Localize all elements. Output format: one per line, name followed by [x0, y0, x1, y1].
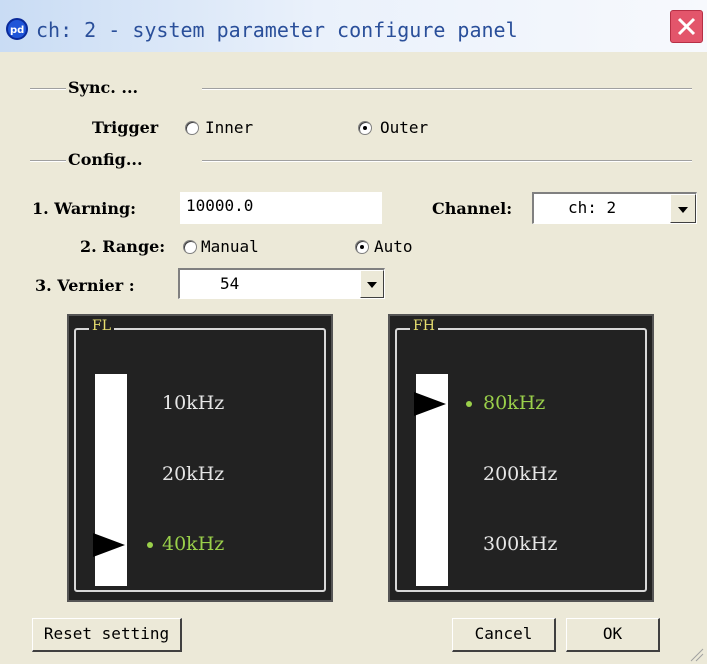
- sync-groove-left: [30, 88, 66, 90]
- fh-slider-pointer-icon[interactable]: [414, 392, 446, 416]
- fl-slider-pointer-icon[interactable]: [93, 533, 125, 557]
- cancel-button[interactable]: Cancel: [452, 618, 556, 652]
- config-groove-left: [30, 160, 66, 162]
- warning-label: 1. Warning:: [32, 199, 137, 218]
- range-manual-radio[interactable]: [183, 240, 197, 254]
- fl-selected-dot-icon: [147, 542, 153, 548]
- channel-label: Channel:: [432, 199, 513, 218]
- fh-option-selected[interactable]: 80kHz: [483, 392, 545, 414]
- fh-selected-dot-icon: [466, 401, 472, 407]
- ok-button[interactable]: OK: [566, 618, 660, 652]
- fh-panel: FH 80kHz 200kHz 300kHz: [388, 314, 654, 602]
- channel-select[interactable]: ch: 2: [532, 192, 697, 224]
- app-icon: pd: [6, 18, 28, 40]
- close-icon: [677, 17, 696, 36]
- chevron-down-icon[interactable]: [670, 194, 696, 223]
- trigger-inner-label[interactable]: Inner: [205, 118, 253, 137]
- range-auto-label[interactable]: Auto: [374, 237, 413, 256]
- trigger-outer-radio[interactable]: [358, 121, 372, 135]
- resize-grip-icon[interactable]: [688, 646, 704, 662]
- fl-option[interactable]: 20kHz: [162, 463, 224, 485]
- window-title: ch: 2 - system parameter configure panel: [36, 18, 518, 42]
- chevron-down-icon[interactable]: [360, 270, 384, 298]
- trigger-inner-radio[interactable]: [185, 121, 199, 135]
- fl-title: FL: [89, 318, 115, 334]
- channel-value: ch: 2: [568, 198, 617, 217]
- warning-input[interactable]: 10000.0: [180, 192, 382, 224]
- fl-panel: FL 10kHz 20kHz 40kHz: [67, 314, 333, 602]
- fl-option[interactable]: 10kHz: [162, 392, 224, 414]
- range-label: 2. Range:: [80, 237, 166, 256]
- reset-setting-button[interactable]: Reset setting: [32, 618, 182, 652]
- sync-groove-right: [202, 88, 692, 90]
- svg-text:pd: pd: [10, 25, 24, 36]
- close-button[interactable]: [670, 10, 703, 43]
- sync-group-label: Sync. ...: [68, 78, 139, 97]
- vernier-select[interactable]: 54: [178, 268, 385, 299]
- fh-option[interactable]: 300kHz: [483, 533, 557, 555]
- trigger-outer-label[interactable]: Outer: [380, 118, 428, 137]
- vernier-label: 3. Vernier :: [35, 276, 135, 295]
- config-group-label: Config...: [68, 150, 143, 169]
- config-groove-right: [202, 160, 692, 162]
- trigger-label: Trigger: [92, 118, 159, 137]
- title-bar[interactable]: pd ch: 2 - system parameter configure pa…: [0, 0, 707, 52]
- fh-option[interactable]: 200kHz: [483, 463, 557, 485]
- warning-value: 10000.0: [186, 196, 254, 215]
- vernier-value: 54: [220, 274, 240, 293]
- range-manual-label[interactable]: Manual: [201, 237, 259, 256]
- fl-option-selected[interactable]: 40kHz: [162, 533, 224, 555]
- fh-title: FH: [410, 318, 438, 334]
- range-auto-radio[interactable]: [355, 240, 369, 254]
- config-dialog: pd ch: 2 - system parameter configure pa…: [0, 0, 707, 664]
